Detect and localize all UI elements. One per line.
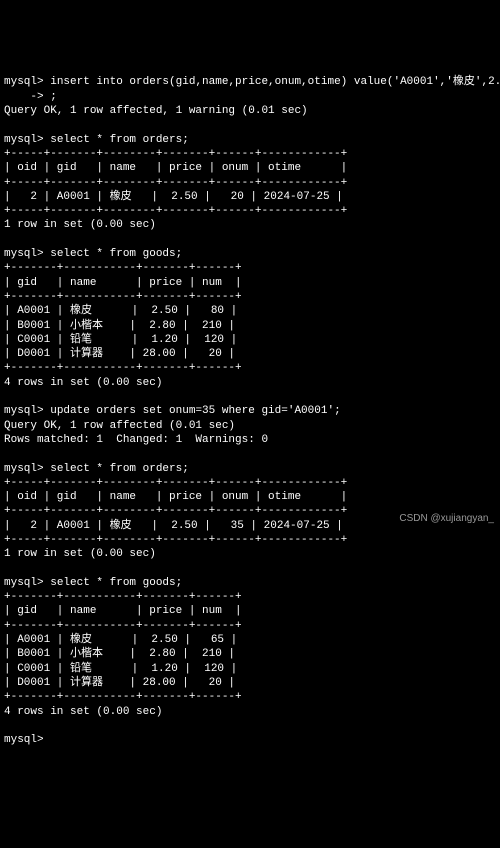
insert-result: Query OK, 1 row affected, 1 warning (0.0…	[4, 105, 308, 117]
goods-row: | C0001 | 铅笔 | 1.20 | 120 |	[4, 663, 237, 675]
goods-row: | B0001 | 小楷本 | 2.80 | 210 |	[4, 320, 235, 332]
goods-row: | A0001 | 橡皮 | 2.50 | 65 |	[4, 634, 237, 646]
goods-header: | gid | name | price | num |	[4, 277, 242, 289]
sql-select-orders: select * from orders;	[50, 134, 189, 146]
goods-row: | A0001 | 橡皮 | 2.50 | 80 |	[4, 305, 237, 317]
goods-header: | gid | name | price | num |	[4, 605, 242, 617]
goods-row: | D0001 | 计算器 | 28.00 | 20 |	[4, 348, 235, 360]
orders-header: | oid | gid | name | price | onum | otim…	[4, 162, 347, 174]
watermark: CSDN @xujiangyan_	[399, 512, 494, 525]
prompt-input[interactable]: mysql>	[4, 734, 44, 746]
terminal-output: mysql> insert into orders(gid,name,price…	[4, 61, 496, 747]
sql-select-orders: select * from orders;	[50, 463, 189, 475]
sql-insert: insert into orders(gid,name,price,onum,o…	[50, 76, 500, 88]
sql-update: update orders set onum=35 where gid='A00…	[50, 405, 340, 417]
goods-row: | D0001 | 计算器 | 28.00 | 20 |	[4, 677, 235, 689]
goods-row: | B0001 | 小楷本 | 2.80 | 210 |	[4, 648, 235, 660]
goods-row: | C0001 | 铅笔 | 1.20 | 120 |	[4, 334, 237, 346]
orders-header: | oid | gid | name | price | onum | otim…	[4, 491, 347, 503]
orders-row: | 2 | A0001 | 橡皮 | 2.50 | 35 | 2024-07-2…	[4, 520, 343, 532]
sql-select-goods: select * from goods;	[50, 248, 182, 260]
prompt: mysql>	[4, 76, 44, 88]
update-result: Rows matched: 1 Changed: 1 Warnings: 0	[4, 434, 268, 446]
sql-select-goods: select * from goods;	[50, 577, 182, 589]
update-result: Query OK, 1 row affected (0.01 sec)	[4, 420, 235, 432]
orders-row: | 2 | A0001 | 橡皮 | 2.50 | 20 | 2024-07-2…	[4, 191, 343, 203]
